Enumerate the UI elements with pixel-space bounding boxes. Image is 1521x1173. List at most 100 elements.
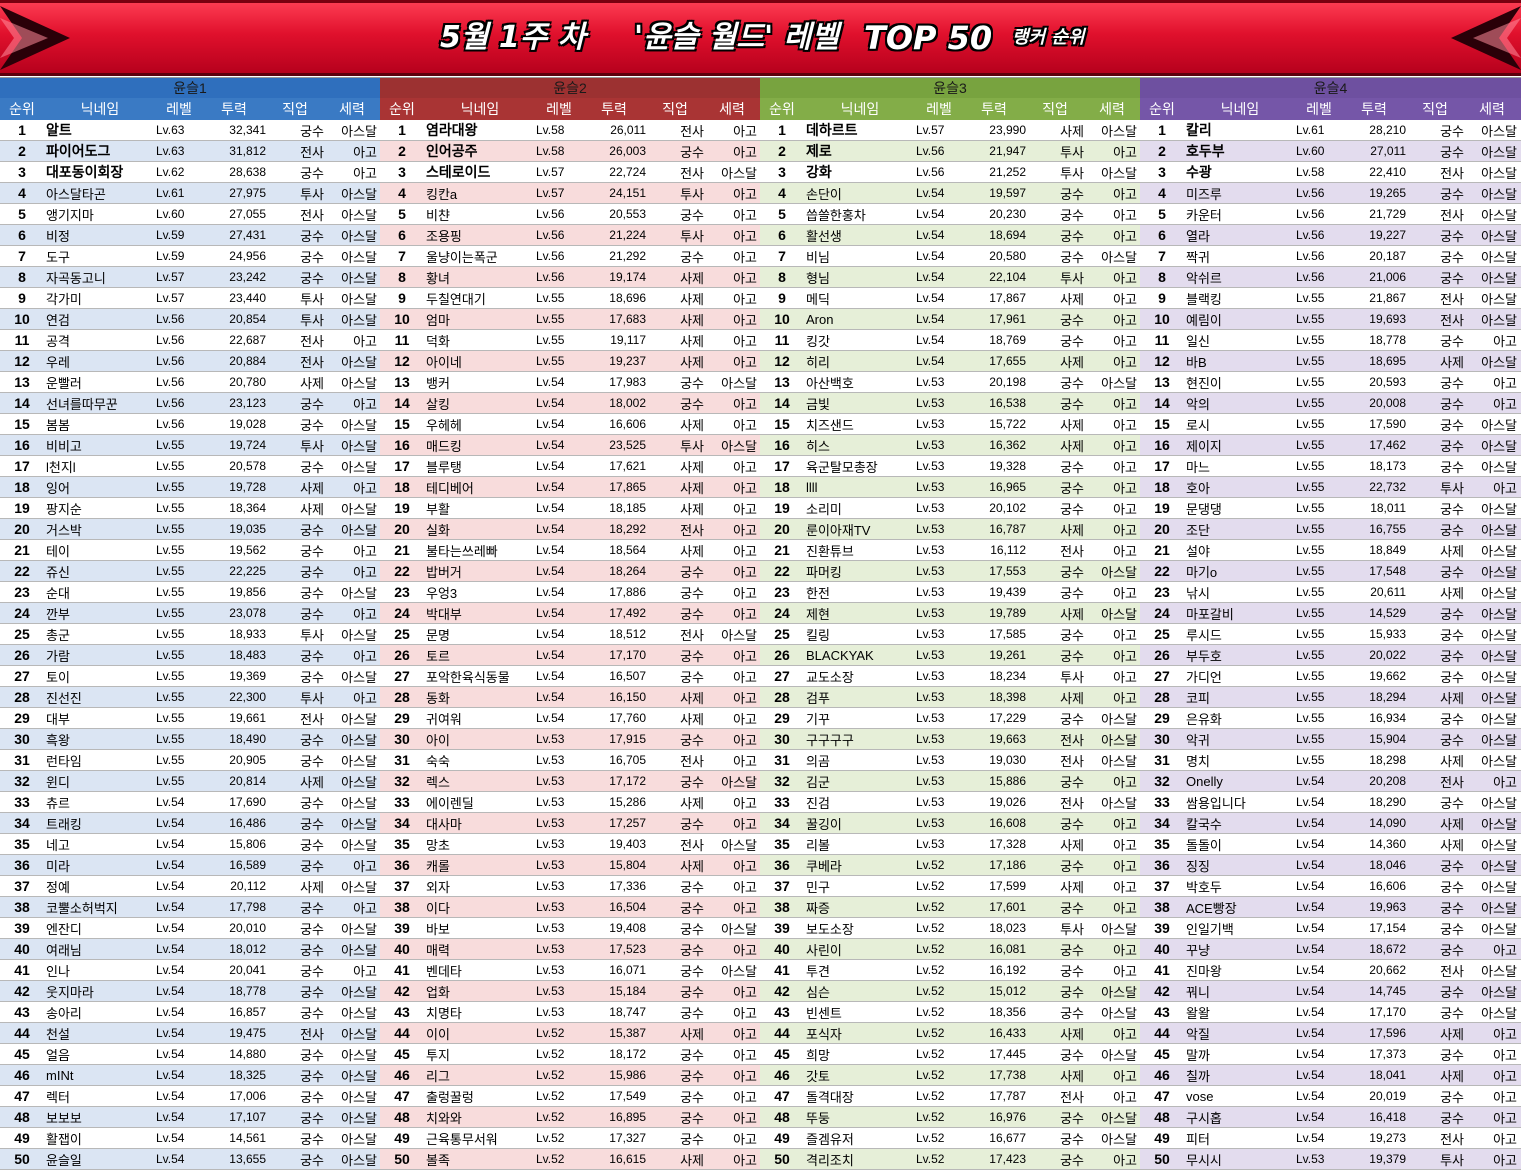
table-row: 11 덕화 Lv.55 19,117 사제 아고 xyxy=(380,330,760,351)
cell-faction: 아스달 xyxy=(341,879,377,895)
cell-level: Lv.55 xyxy=(156,459,185,473)
cell-nickname: 기꾸 xyxy=(806,711,830,727)
cell-faction: 아스달 xyxy=(341,942,377,958)
cell-nickname: 황녀 xyxy=(426,270,450,286)
cell-level: Lv.54 xyxy=(536,480,565,494)
cell-faction: 아스달 xyxy=(1101,606,1137,622)
cell-faction: 아스달 xyxy=(1101,249,1137,265)
cell-power: 17,327 xyxy=(609,1131,646,1145)
cell-power: 19,273 xyxy=(1369,1131,1406,1145)
cell-job: 궁수 xyxy=(1060,984,1084,1000)
cell-level: Lv.56 xyxy=(156,375,185,389)
cell-faction: 아고 xyxy=(733,1131,757,1147)
cell-level: Lv.53 xyxy=(916,480,945,494)
cell-nickname: 예림이 xyxy=(1186,312,1222,328)
cell-faction: 아고 xyxy=(733,417,757,433)
cell-job: 궁수 xyxy=(1440,186,1464,202)
cell-level: Lv.55 xyxy=(156,480,185,494)
cell-nickname: 열라 xyxy=(1186,228,1210,244)
cell-nickname: 활잽이 xyxy=(46,1131,82,1147)
cell-job: 궁수 xyxy=(680,1068,704,1084)
cell-job: 궁수 xyxy=(680,942,704,958)
cell-level: Lv.54 xyxy=(916,270,945,284)
cell-faction: 아고 xyxy=(1113,270,1137,286)
cell-job: 궁수 xyxy=(1440,123,1464,139)
cell-job: 궁수 xyxy=(1060,963,1084,979)
cell-nickname: 블루탱 xyxy=(426,459,462,475)
cell-nickname: 봄봄 xyxy=(46,417,70,433)
cell-job: 궁수 xyxy=(1440,942,1464,958)
cell-power: 24,151 xyxy=(609,186,646,200)
cell-power: 17,229 xyxy=(989,711,1026,725)
cell-job: 사제 xyxy=(680,858,704,874)
cell-nickname: 낚시 xyxy=(1186,585,1210,601)
cell-nickname: 말까 xyxy=(1186,1047,1210,1063)
cell-faction: 아스달 xyxy=(1481,522,1517,538)
cell-rank: 34 xyxy=(14,815,30,831)
cell-power: 17,983 xyxy=(609,375,646,389)
table-row: 30 악귀 Lv.55 15,904 궁수 아스달 xyxy=(1140,729,1521,750)
table-row: 14 살킹 Lv.54 18,002 궁수 아고 xyxy=(380,393,760,414)
cell-rank: 30 xyxy=(774,731,790,747)
cell-rank: 25 xyxy=(394,626,410,642)
cell-power: 21,867 xyxy=(1369,291,1406,305)
cell-faction: 아스달 xyxy=(1481,858,1517,874)
cell-nickname: 진선진 xyxy=(46,690,82,706)
cell-faction: 아스달 xyxy=(1481,690,1517,706)
cell-job: 궁수 xyxy=(1060,900,1084,916)
cell-level: Lv.55 xyxy=(156,774,185,788)
cell-level: Lv.54 xyxy=(156,879,185,893)
table-row: 10 연검 Lv.56 20,854 투사 아스달 xyxy=(0,309,380,330)
cell-job: 전사 xyxy=(300,207,324,223)
cell-power: 16,677 xyxy=(989,1131,1026,1145)
cell-faction: 아스달 xyxy=(1101,1110,1137,1126)
cell-level: Lv.60 xyxy=(1296,144,1325,158)
cell-level: Lv.54 xyxy=(156,795,185,809)
table-row: 11 킹갓 Lv.54 18,769 궁수 아고 xyxy=(760,330,1140,351)
cell-power: 20,112 xyxy=(230,879,266,893)
cell-nickname: 쥬신 xyxy=(46,564,70,580)
cell-faction: 아고 xyxy=(733,858,757,874)
cell-job: 사제 xyxy=(1060,606,1084,622)
cell-job: 궁수 xyxy=(680,1005,704,1021)
cell-nickname: 얼음 xyxy=(46,1047,70,1063)
cell-job: 전사 xyxy=(300,333,324,349)
cell-level: Lv.54 xyxy=(156,1089,185,1103)
table-row: 26 BLACKYAK Lv.53 19,261 궁수 아고 xyxy=(760,645,1140,666)
cell-job: 전사 xyxy=(680,627,704,643)
cell-level: Lv.55 xyxy=(156,522,185,536)
group-title: 윤슬2 xyxy=(380,78,760,98)
cell-job: 궁수 xyxy=(1440,900,1464,916)
group-1: 윤슬1 순위 닉네임 레벨 투력 직업 세력 1 알트 Lv.63 32,341 궁수 아스달 2 파이어도… xyxy=(0,78,380,1170)
cell-job: 궁수 xyxy=(1060,249,1084,265)
cell-nickname: 제현 xyxy=(806,606,830,622)
cell-level: Lv.61 xyxy=(1296,123,1325,137)
cell-power: 16,504 xyxy=(609,900,646,914)
cell-job: 궁수 xyxy=(1060,459,1084,475)
cell-job: 사제 xyxy=(1060,837,1084,853)
cell-level: Lv.53 xyxy=(536,753,565,767)
cell-faction: 아고 xyxy=(1113,186,1137,202)
table-row: 35 돌돌이 Lv.54 14,360 사제 아스달 xyxy=(1140,834,1521,855)
cell-nickname: ACE빵장 xyxy=(1186,900,1237,916)
cell-level: Lv.54 xyxy=(1296,942,1325,956)
cell-faction: 아고 xyxy=(733,1152,757,1168)
cell-faction: 아고 xyxy=(1113,879,1137,895)
cell-job: 투사 xyxy=(680,228,704,244)
table-row: 48 보보보 Lv.54 17,107 궁수 아스달 xyxy=(0,1107,380,1128)
cell-job: 궁수 xyxy=(1440,1047,1464,1063)
cell-rank: 1 xyxy=(778,122,786,138)
cell-faction: 아스달 xyxy=(721,165,757,181)
cell-level: Lv.53 xyxy=(916,564,945,578)
cell-job: 사제 xyxy=(1440,1068,1464,1084)
cell-power: 18,002 xyxy=(609,396,646,410)
cell-rank: 33 xyxy=(1154,794,1170,810)
cell-job: 사제 xyxy=(300,774,324,790)
cell-faction: 아스달 xyxy=(1481,249,1517,265)
cell-faction: 아스달 xyxy=(1481,165,1517,181)
cell-rank: 36 xyxy=(394,857,410,873)
cell-rank: 26 xyxy=(394,647,410,663)
cell-faction: 아고 xyxy=(733,879,757,895)
cell-job: 궁수 xyxy=(1440,795,1464,811)
cell-nickname: 교도소장 xyxy=(806,669,854,685)
